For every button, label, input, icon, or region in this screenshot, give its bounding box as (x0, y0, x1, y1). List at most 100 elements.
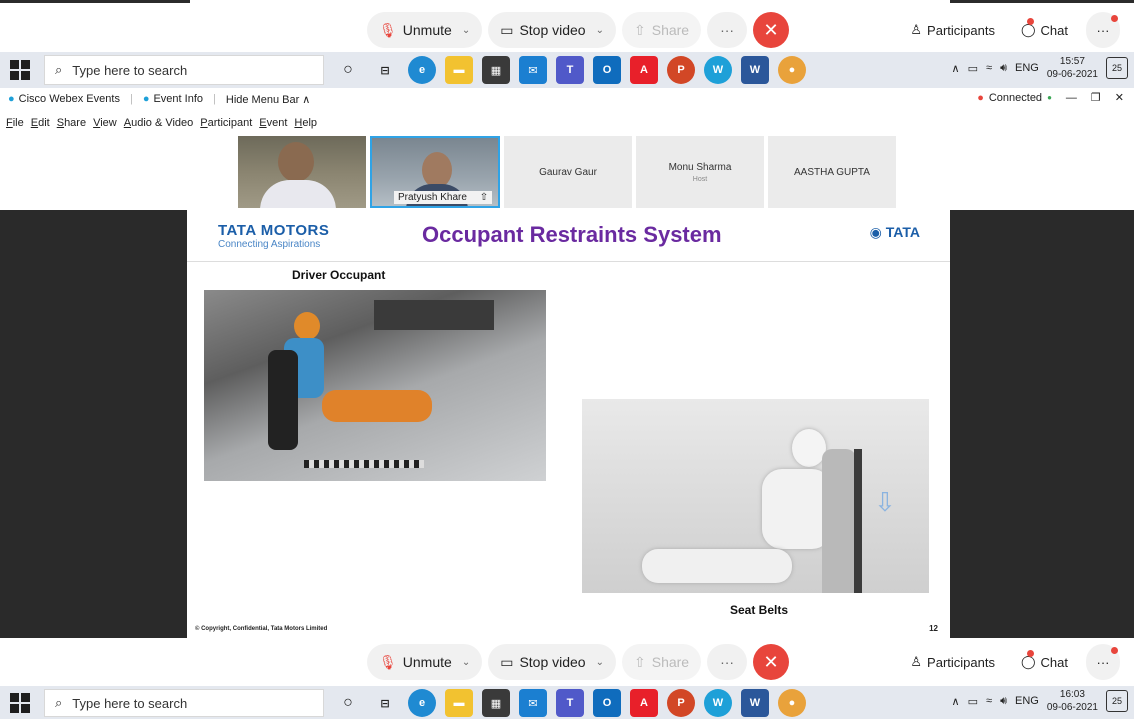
participants-button[interactable]: ♙ Participants (902, 12, 1003, 48)
more-right-button[interactable]: ··· (1086, 12, 1120, 48)
tray-chevron-icon[interactable]: ∧ (952, 62, 960, 75)
webex-logo-icon: ● (8, 93, 15, 105)
unmute-button[interactable]: 🎙︎ Unmute ⌄ (367, 12, 483, 48)
close-window-button[interactable]: ✕ (1115, 91, 1124, 104)
cortana-icon[interactable]: ○ (334, 689, 362, 717)
stop-video-button[interactable]: ▭ Stop video ⌄ (488, 12, 616, 48)
network-icon[interactable]: ▭ (968, 62, 978, 75)
chat-button[interactable]: ◯ Chat (1013, 644, 1076, 680)
participant-tile[interactable]: Monu Sharma Host (636, 136, 764, 208)
chevron-down-icon[interactable]: ⌄ (462, 657, 470, 668)
wifi-icon[interactable]: ≈ (986, 695, 992, 707)
word-icon[interactable]: W (741, 689, 769, 717)
chrome-icon[interactable]: ● (778, 56, 806, 84)
more-right-button[interactable]: ··· (1086, 644, 1120, 680)
menu-edit[interactable]: Edit (31, 117, 50, 129)
language-indicator[interactable]: ENG (1015, 695, 1039, 707)
participants-button[interactable]: ♙ Participants (902, 644, 1003, 680)
illustration-legs (642, 549, 792, 583)
menu-share[interactable]: Share (57, 117, 86, 129)
participant-strip: Pratyush Khare ⇧ Gaurav Gaur Monu Sharma… (238, 136, 896, 208)
system-tray: ∧ ▭ ≈ 🔊︎ ENG 15:57 09-06-2021 25 (952, 55, 1128, 81)
event-info-button[interactable]: Event Info (153, 93, 203, 105)
chrome-icon[interactable]: ● (778, 689, 806, 717)
network-icon[interactable]: ▭ (968, 695, 978, 708)
tray-chevron-icon[interactable]: ∧ (952, 695, 960, 708)
menu-bar: File Edit Share View Audio & Video Parti… (0, 114, 1134, 132)
menu-event[interactable]: Event (259, 117, 287, 129)
cortana-icon[interactable]: ○ (334, 56, 362, 84)
menu-audio-video[interactable]: Audio & Video (124, 117, 194, 129)
participant-tile[interactable]: AASTHA GUPTA (768, 136, 896, 208)
language-indicator[interactable]: ENG (1015, 62, 1039, 74)
taskbar-search-box[interactable]: ⌕ Type here to search (44, 689, 324, 717)
word-icon[interactable]: W (741, 56, 769, 84)
volume-icon[interactable]: 🔊︎ (1000, 695, 1007, 708)
file-explorer-icon[interactable]: ▬ (445, 56, 473, 84)
camera-icon: ▭ (500, 21, 514, 38)
seatbelt-illustration: ⇩ (582, 399, 929, 593)
participant-name: AASTHA GUPTA (794, 166, 870, 178)
acrobat-icon[interactable]: A (630, 689, 658, 717)
notification-dot (1111, 647, 1118, 654)
windows-start-icon[interactable] (10, 693, 30, 713)
share-button[interactable]: ⇧ Share (622, 12, 702, 48)
chevron-down-icon[interactable]: ⌄ (596, 25, 604, 36)
volume-icon[interactable]: 🔊︎ (1000, 62, 1007, 75)
share-button[interactable]: ⇧ Share (622, 644, 702, 680)
wifi-icon[interactable]: ≈ (986, 62, 992, 74)
menu-view[interactable]: View (93, 117, 117, 129)
teams-icon[interactable]: T (556, 689, 584, 717)
more-options-button[interactable]: ··· (707, 12, 748, 48)
outlook-icon[interactable]: O (593, 56, 621, 84)
edge-icon[interactable]: e (408, 56, 436, 84)
clock[interactable]: 15:57 09-06-2021 (1047, 55, 1098, 81)
chat-button[interactable]: ◯ Chat (1013, 12, 1076, 48)
participant-body (260, 180, 336, 208)
file-explorer-icon[interactable]: ▬ (445, 689, 473, 717)
participant-video-tile[interactable] (238, 136, 366, 208)
participant-tile[interactable]: Gaurav Gaur (504, 136, 632, 208)
hide-menu-bar-button[interactable]: Hide Menu Bar ∧ (226, 93, 310, 106)
unmute-button[interactable]: 🎙︎ Unmute ⌄ (367, 644, 483, 680)
task-view-icon[interactable]: ⊟ (371, 56, 399, 84)
store-icon[interactable]: ▦ (482, 56, 510, 84)
chevron-down-icon[interactable]: ⌄ (462, 25, 470, 36)
powerpoint-icon[interactable]: P (667, 689, 695, 717)
menu-file[interactable]: File (6, 117, 24, 129)
stop-video-button[interactable]: ▭ Stop video ⌄ (488, 644, 616, 680)
window-controls: ● Connected ● — ❐ ✕ (977, 91, 1124, 105)
meeting-controls-right: ♙ Participants ◯ Chat ··· (902, 644, 1120, 680)
notification-center-icon[interactable]: 25 (1106, 57, 1128, 79)
webex-icon[interactable]: W (704, 56, 732, 84)
photo-seat (268, 350, 298, 450)
notification-center-icon[interactable]: 25 (1106, 690, 1128, 712)
chevron-down-icon[interactable]: ⌄ (596, 657, 604, 668)
chat-notification-dot (1026, 18, 1034, 25)
meeting-controls-top: 🎙︎ Unmute ⌄ ▭ Stop video ⌄ ⇧ Share ··· ✕… (0, 3, 1134, 55)
end-call-button[interactable]: ✕ (753, 12, 790, 48)
clock[interactable]: 16:03 09-06-2021 (1047, 688, 1098, 714)
brand-tagline: Connecting Aspirations (218, 239, 321, 250)
menu-participant[interactable]: Participant (200, 117, 252, 129)
mail-icon[interactable]: ✉ (519, 689, 547, 717)
restore-button[interactable]: ❐ (1091, 91, 1101, 104)
more-options-button[interactable]: ··· (707, 644, 748, 680)
copyright-notice: © Copyright, Confidential, Tata Motors L… (195, 626, 328, 632)
teams-icon[interactable]: T (556, 56, 584, 84)
powerpoint-icon[interactable]: P (667, 56, 695, 84)
photo-window-frame (374, 300, 494, 330)
participant-video-tile-active[interactable]: Pratyush Khare ⇧ (370, 136, 500, 208)
outlook-icon[interactable]: O (593, 689, 621, 717)
taskbar-search-box[interactable]: ⌕ Type here to search (44, 55, 324, 85)
store-icon[interactable]: ▦ (482, 689, 510, 717)
webex-icon[interactable]: W (704, 689, 732, 717)
acrobat-icon[interactable]: A (630, 56, 658, 84)
minimize-button[interactable]: — (1066, 92, 1077, 104)
end-call-button[interactable]: ✕ (753, 644, 790, 680)
windows-start-icon[interactable] (10, 60, 30, 80)
menu-help[interactable]: Help (294, 117, 317, 129)
task-view-icon[interactable]: ⊟ (371, 689, 399, 717)
edge-icon[interactable]: e (408, 689, 436, 717)
mail-icon[interactable]: ✉ (519, 56, 547, 84)
